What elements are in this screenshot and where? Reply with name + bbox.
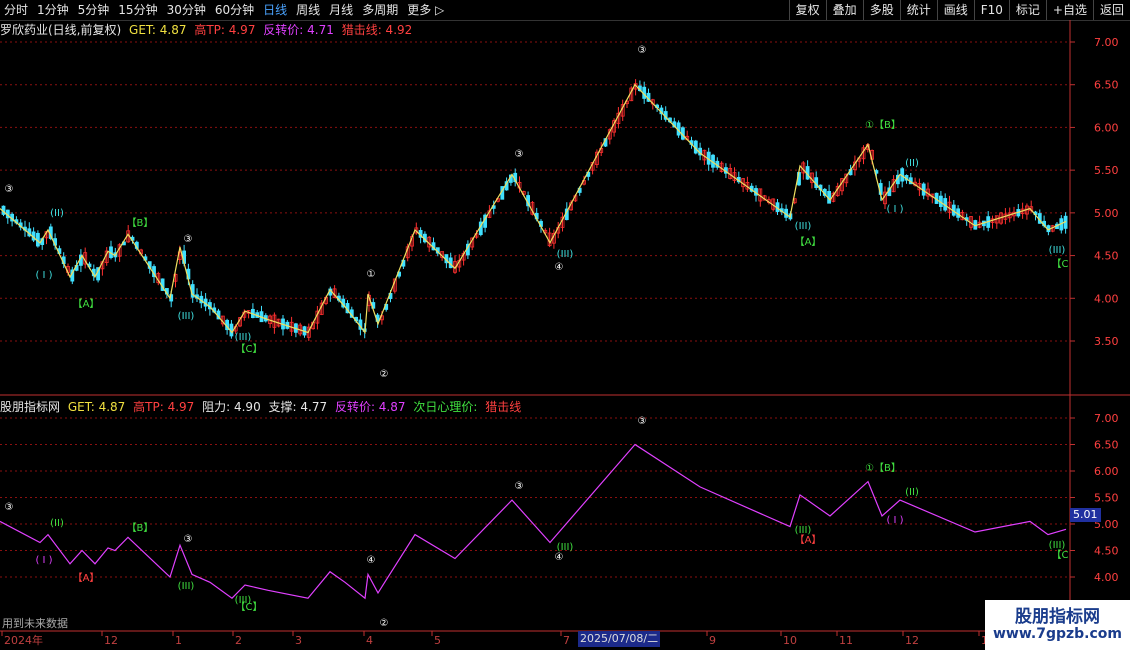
- time-tick-label: 11: [839, 634, 853, 647]
- price-tick-label: 6.50: [1094, 79, 1119, 92]
- kline-chart[interactable]: ③(II)( I )【A】【B】③(III)(III)【C】①②③(III)④③…: [0, 0, 1130, 650]
- sub-info-bar: 股朋指标网 GET: 4.87 高TP: 4.97 阻力: 4.90 支撑: 4…: [0, 398, 525, 415]
- time-tick-label: 1: [175, 634, 182, 647]
- wave-label: (III): [795, 221, 812, 232]
- time-axis: 2024年1212345791011121: [1, 631, 988, 647]
- wave-label: ③: [5, 502, 14, 513]
- price-tick-label: 6.50: [1094, 439, 1119, 452]
- wave-label: 【A】: [795, 534, 822, 546]
- time-tick-label: 5: [434, 634, 441, 647]
- next-day-price: 次日心理价:: [413, 400, 478, 414]
- zigzag-sub: [0, 443, 1067, 600]
- wave-label: 【C】: [236, 343, 263, 355]
- wave-label: ①: [367, 269, 376, 280]
- cursor-price-tag: 5.01: [1070, 508, 1101, 522]
- wave-label: 【A】: [795, 236, 822, 248]
- price-tick-label: 7.00: [1094, 36, 1119, 49]
- watermark-logo: 股朋指标网 www.7gpzb.com: [985, 600, 1130, 650]
- wave-label: 【C: [1052, 258, 1069, 270]
- time-tick-label: 7: [563, 634, 570, 647]
- wave-label: ④: [555, 262, 564, 273]
- price-tick-label: 4.50: [1094, 250, 1119, 263]
- future-data-note: 用到未来数据: [2, 617, 68, 630]
- support-value: 支撑: 4.77: [268, 400, 328, 414]
- candlesticks: [1, 79, 1068, 341]
- sub-hunt-line: 猎击线: [485, 400, 522, 414]
- wave-label: ③: [5, 184, 14, 195]
- price-tick-label: 6.00: [1094, 121, 1119, 134]
- sub-high-tp: 高TP: 4.97: [133, 400, 195, 414]
- get-value: GET: 4.87: [129, 23, 187, 37]
- wave-label: ①【B】: [865, 119, 901, 131]
- time-tick-label: 2: [235, 634, 242, 647]
- wave-label: ③: [638, 45, 647, 56]
- wave-label: ②: [380, 618, 389, 629]
- wave-label: 【C】: [236, 601, 263, 613]
- price-tick-label: 3.50: [1094, 335, 1119, 348]
- wave-label: ③: [184, 534, 193, 545]
- wave-label: ④: [367, 555, 376, 566]
- wave-label: ( I ): [886, 515, 903, 526]
- main-info-bar: 罗欣药业(日线,前复权) GET: 4.87 高TP: 4.97 反转价: 4.…: [0, 21, 416, 38]
- wave-label: (III): [178, 311, 195, 322]
- wave-label: (III): [235, 332, 252, 343]
- hunt-line: 猎击线: 4.92: [341, 23, 413, 37]
- time-tick-label: 9: [709, 634, 716, 647]
- time-tick-label: 12: [905, 634, 919, 647]
- wave-label: (III): [557, 249, 574, 260]
- stock-name[interactable]: 罗欣药业(日线,前复权): [0, 23, 121, 37]
- wave-label: (II): [50, 518, 64, 529]
- time-tick-label: 10: [783, 634, 797, 647]
- chart-frame: [0, 20, 1130, 632]
- time-tick-label: 2024年: [4, 633, 43, 647]
- wave-label: (II): [50, 208, 64, 219]
- wave-label: (II): [905, 487, 919, 498]
- sub-reversal-price: 反转价: 4.87: [334, 400, 406, 414]
- reversal-price: 反转价: 4.71: [263, 23, 334, 37]
- price-tick-label: 5.50: [1094, 164, 1119, 177]
- wave-annotations-sub: ③(II)( I )【A】【B】③(III)(III)【C】④②③(III)④③…: [5, 416, 1069, 629]
- cursor-date: 2025/07/08/二: [578, 631, 661, 647]
- wave-label: (III): [1049, 245, 1066, 256]
- price-axis-sub: 7.006.506.005.505.004.504.00: [1070, 412, 1119, 584]
- indicator-name[interactable]: 股朋指标网: [0, 400, 60, 414]
- wave-label: ①【B】: [865, 462, 901, 474]
- watermark-url: www.7gpzb.com: [992, 626, 1122, 642]
- price-tick-label: 4.50: [1094, 545, 1119, 558]
- wave-label: ( I ): [886, 204, 903, 215]
- wave-label: 【A】: [73, 572, 100, 584]
- watermark-title: 股朋指标网: [1015, 607, 1100, 627]
- sub-get-value: GET: 4.87: [67, 400, 126, 414]
- price-axis-main: 7.00 6.50 6.00 5.50 5.00 4.50 4.00 3.50: [1070, 36, 1119, 348]
- wave-label: ( I ): [35, 555, 52, 566]
- price-tick-label: 5.50: [1094, 492, 1119, 505]
- resistance-value: 阻力: 4.90: [202, 400, 261, 414]
- zigzag-sub-line: [0, 443, 1067, 600]
- wave-label: (II): [905, 158, 919, 169]
- wave-label: 【B】: [127, 522, 154, 534]
- high-tp-value: 高TP: 4.97: [194, 23, 256, 37]
- wave-label: 【B】: [127, 217, 154, 229]
- time-tick-label: 3: [295, 634, 302, 647]
- price-tick-label: 5.00: [1094, 207, 1119, 220]
- time-tick-label: 4: [366, 634, 373, 647]
- wave-label: ( I ): [35, 270, 52, 281]
- wave-label: 【C: [1052, 549, 1069, 561]
- wave-label: 【A】: [73, 298, 100, 310]
- price-tick-label: 7.00: [1094, 412, 1119, 425]
- wave-label: ③: [515, 481, 524, 492]
- price-tick-label: 4.00: [1094, 292, 1119, 305]
- zigzag-main: [0, 83, 1067, 335]
- wave-label: ②: [380, 369, 389, 380]
- wave-label: ③: [515, 149, 524, 160]
- time-tick-label: 12: [104, 634, 118, 647]
- zigzag-main-line: [0, 83, 1067, 335]
- wave-label: ③: [638, 416, 647, 427]
- price-tick-label: 4.00: [1094, 571, 1119, 584]
- wave-label: (III): [178, 581, 195, 592]
- price-tick-label: 6.00: [1094, 465, 1119, 478]
- wave-label: ③: [184, 234, 193, 245]
- wave-label: ④: [555, 552, 564, 563]
